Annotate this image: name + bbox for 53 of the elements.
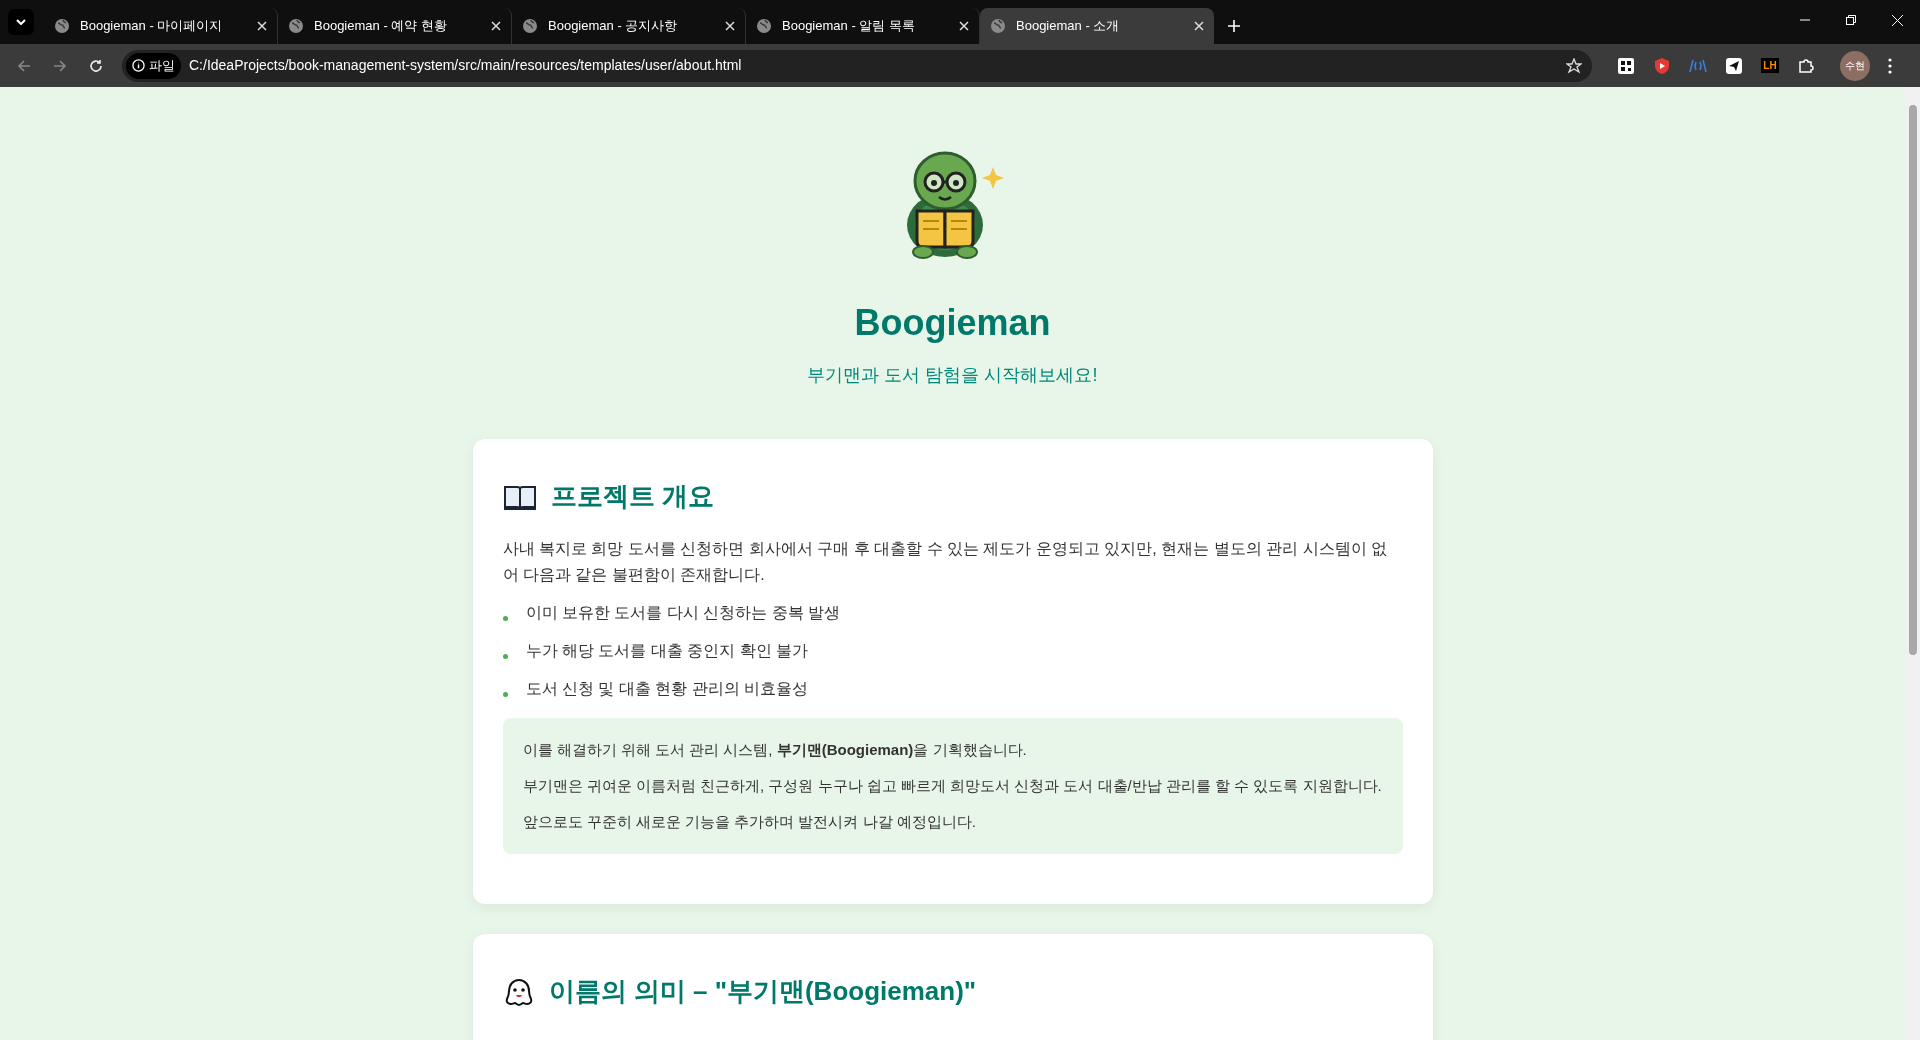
section-title: 이름의 의미 – "부기맨(Boogieman)"	[548, 975, 977, 1008]
minimize-icon	[1800, 19, 1810, 21]
play-shield-icon	[1654, 57, 1670, 74]
reload-icon	[89, 58, 103, 73]
forward-arrow-icon	[53, 58, 67, 73]
qr-code-icon	[1618, 57, 1634, 74]
globe-icon	[756, 18, 772, 34]
profile-name: 수현	[1845, 59, 1865, 73]
star-icon[interactable]	[1566, 57, 1582, 74]
scrollbar[interactable]	[1905, 87, 1920, 1040]
tab-title: Boogieman - 마이페이지	[80, 17, 224, 36]
close-icon[interactable]	[725, 21, 735, 31]
bullet-text: 도서 신청 및 대출 현황 관리의 비효율성	[525, 679, 809, 699]
paper-plane-icon	[1726, 57, 1742, 74]
hero-subtitle: 부기맨과 도서 탐험을 시작해보세요!	[807, 364, 1098, 387]
restore-icon	[1846, 15, 1856, 25]
note-text: 앞으로도 꾸준히 새로운 기능을 추가하며 발전시켜 나갈 예정입니다.	[522, 812, 977, 832]
globe-icon	[54, 18, 70, 34]
close-icon[interactable]	[1194, 21, 1204, 31]
note-text: 이를 해결하기 위해 도서 관리 시스템, 부기맨(Boogieman)을 기획했습니다.	[522, 740, 1028, 760]
site-info-chip[interactable]: 파일	[126, 52, 181, 79]
wave-signal-icon	[1689, 58, 1707, 73]
url-text: C:/IdeaProjects/book-management-system/src/main/resources/templates/user/about.html	[189, 56, 743, 75]
tab-title: Boogieman - 예약 현황	[314, 17, 448, 36]
more-vertical-icon	[1888, 57, 1892, 74]
hero-title: Boogieman	[854, 301, 1051, 345]
globe-icon	[288, 18, 304, 34]
info-icon	[132, 59, 145, 72]
close-icon	[1891, 14, 1903, 26]
note-text: 부기맨은 귀여운 이름처럼 친근하게, 구성원 누구나 쉽고 빠르게 희망도서 신청과 도서 대출/반납 관리를 할 수 있도록 지원합니다.	[522, 776, 1383, 796]
extension-label: LH	[1761, 58, 1779, 73]
plus-icon	[1228, 20, 1240, 32]
browser-tab[interactable]: Boogieman - 소개	[980, 8, 1214, 44]
close-icon[interactable]	[257, 21, 267, 31]
bullet-text: 이미 보유한 도서를 다시 신청하는 중복 발생	[525, 603, 841, 623]
tab-title: Boogieman - 알림 목록	[782, 17, 916, 36]
profile-avatar[interactable]: 수현	[1840, 50, 1870, 81]
tab-title: Boogieman - 공지사항	[548, 17, 679, 36]
close-icon[interactable]	[491, 21, 501, 31]
section-title: 프로젝트 개요	[550, 480, 714, 513]
chevron-down-icon	[16, 19, 26, 25]
file-badge-label: 파일	[149, 56, 175, 75]
tab-title: Boogieman - 소개	[1016, 17, 1121, 36]
address-bar[interactable]: 파일 C:/IdeaProjects/book-management-system/src/main/resources/templates/user/about.html	[122, 49, 1592, 82]
globe-icon	[990, 18, 1006, 34]
scrollbar-thumb[interactable]	[1908, 105, 1917, 655]
close-icon[interactable]	[959, 21, 969, 31]
puzzle-icon	[1798, 57, 1814, 74]
intro-paragraph: 사내 복지로 희망 도서를 신청하면 회사에서 구매 후 대출할 수 있는 제도가 운영되고 있지만, 현재는 별도의 관리 시스템이 없어 다음과 같은 불편함이 존재합니다.	[502, 539, 1388, 585]
tab-search-button[interactable]	[8, 9, 34, 35]
globe-icon	[522, 18, 538, 34]
bullet-text: 누가 해당 도서를 대출 중인지 확인 불가	[525, 641, 809, 661]
back-arrow-icon	[17, 58, 31, 73]
